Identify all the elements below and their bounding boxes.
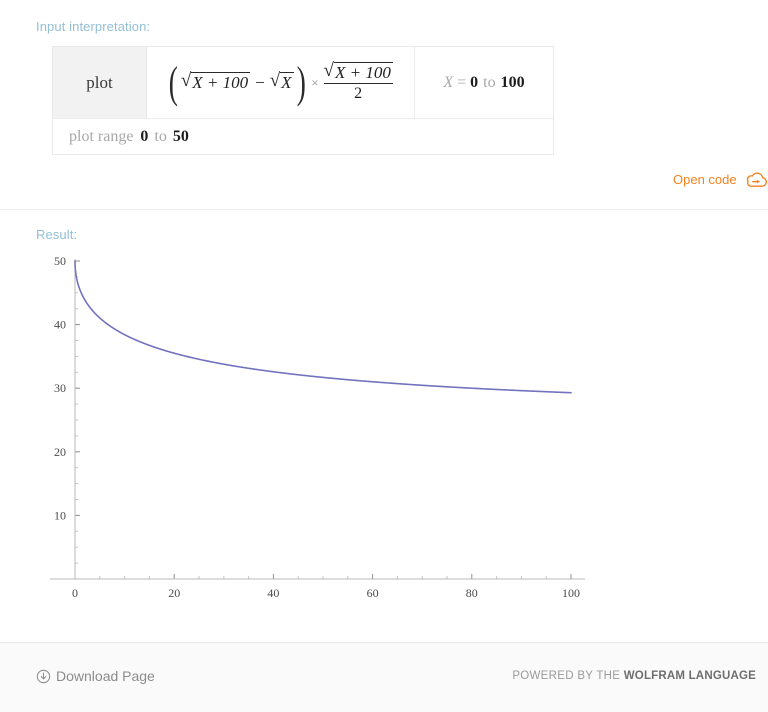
result-pod: Result: 10 20 30 40 50 0 20 40 60 80 100 bbox=[0, 211, 768, 642]
download-page-label: Download Page bbox=[56, 668, 155, 684]
table-row: plot range 0 to 50 bbox=[53, 119, 553, 154]
x-tick-label: 100 bbox=[562, 586, 580, 600]
y-tick-label: 10 bbox=[54, 508, 66, 522]
plot-range-to: 50 bbox=[172, 127, 189, 145]
range-variable: X bbox=[443, 73, 454, 91]
x-tick-label: 80 bbox=[466, 586, 478, 600]
plot-range-label: plot range bbox=[69, 127, 134, 145]
x-tick-label: 60 bbox=[367, 586, 379, 600]
data-series-curve bbox=[74, 260, 572, 394]
open-code-label: Open code bbox=[673, 172, 737, 187]
times-operator: × bbox=[311, 74, 319, 90]
y-tick-label: 40 bbox=[54, 318, 66, 332]
radical-x-plus-100: √ X + 100 bbox=[323, 59, 393, 83]
x-tick-label: 40 bbox=[267, 586, 279, 600]
range-to-word: to bbox=[483, 73, 496, 91]
powered-by-brand: WOLFRAM LANGUAGE bbox=[623, 670, 756, 682]
radical-x: √ X bbox=[269, 70, 294, 93]
plot-label-text: plot bbox=[86, 72, 113, 92]
math-expression: ( √ X + 100 − √ X ) × √ X + 100 2 bbox=[166, 59, 395, 104]
range-to: 100 bbox=[500, 73, 525, 91]
y-axis-tick-labels: 10 20 30 40 50 bbox=[54, 254, 66, 522]
result-header: Result: bbox=[36, 227, 78, 242]
x-tick-label: 20 bbox=[168, 586, 180, 600]
plot-range-to-word: to bbox=[154, 127, 167, 145]
plot-svg: 10 20 30 40 50 0 20 40 60 80 100 bbox=[50, 254, 585, 600]
minus-operator: − bbox=[255, 72, 265, 92]
plot-label-cell: plot bbox=[53, 47, 147, 118]
y-axis-major-ticks bbox=[75, 260, 80, 516]
plot-range-from: 0 bbox=[140, 127, 149, 145]
radical-sign-icon: √ bbox=[180, 70, 192, 92]
download-page-button[interactable]: Download Page bbox=[36, 668, 155, 684]
input-interpretation-header: Input interpretation: bbox=[36, 19, 151, 34]
input-interpretation-table: plot ( √ X + 100 − √ X) × √ X + 100 2 X… bbox=[52, 46, 554, 155]
plot-figure: 10 20 30 40 50 0 20 40 60 80 100 bbox=[36, 245, 596, 615]
table-row: plot ( √ X + 100 − √ X) × √ X + 100 2 X… bbox=[53, 47, 553, 119]
x-tick-label: 0 bbox=[72, 586, 78, 600]
formula-cell: ( √ X + 100 − √ X ) × √ X + 100 2 bbox=[147, 47, 415, 118]
y-tick-label: 50 bbox=[54, 254, 66, 268]
cloud-arrow-icon bbox=[744, 171, 768, 188]
range-equals: = bbox=[457, 73, 467, 91]
download-circle-icon bbox=[36, 669, 51, 684]
variable-range-cell: X = 0 to 100 bbox=[415, 47, 553, 118]
y-tick-label: 30 bbox=[54, 381, 66, 395]
powered-by-label: POWERED BY THE WOLFRAM LANGUAGE bbox=[512, 670, 756, 682]
radical-sign-icon: √ bbox=[323, 59, 334, 81]
radical-sign-icon: √ bbox=[269, 70, 281, 92]
radicand-x-plus-100: X + 100 bbox=[191, 72, 251, 93]
powered-by-prefix: POWERED BY THE bbox=[512, 670, 624, 682]
fraction-denominator: 2 bbox=[354, 85, 363, 103]
radicand-x-plus-100: X + 100 bbox=[333, 61, 393, 82]
page-footer: Download Page POWERED BY THE WOLFRAM LAN… bbox=[0, 642, 768, 712]
open-code-button[interactable]: Open code bbox=[673, 171, 768, 188]
fraction: √ X + 100 2 bbox=[322, 59, 395, 104]
fraction-numerator: √ X + 100 bbox=[323, 59, 393, 84]
radical-x-plus-100: √ X + 100 bbox=[180, 70, 251, 93]
radicand-x: X bbox=[280, 72, 294, 93]
input-interpretation-pod: Input interpretation: plot ( √ X + 100 − bbox=[0, 0, 768, 210]
range-from: 0 bbox=[470, 73, 479, 91]
y-tick-label: 20 bbox=[54, 445, 66, 459]
wolfram-result-page: Input interpretation: plot ( √ X + 100 − bbox=[0, 0, 768, 712]
x-axis-tick-labels: 0 20 40 60 80 100 bbox=[72, 586, 580, 600]
